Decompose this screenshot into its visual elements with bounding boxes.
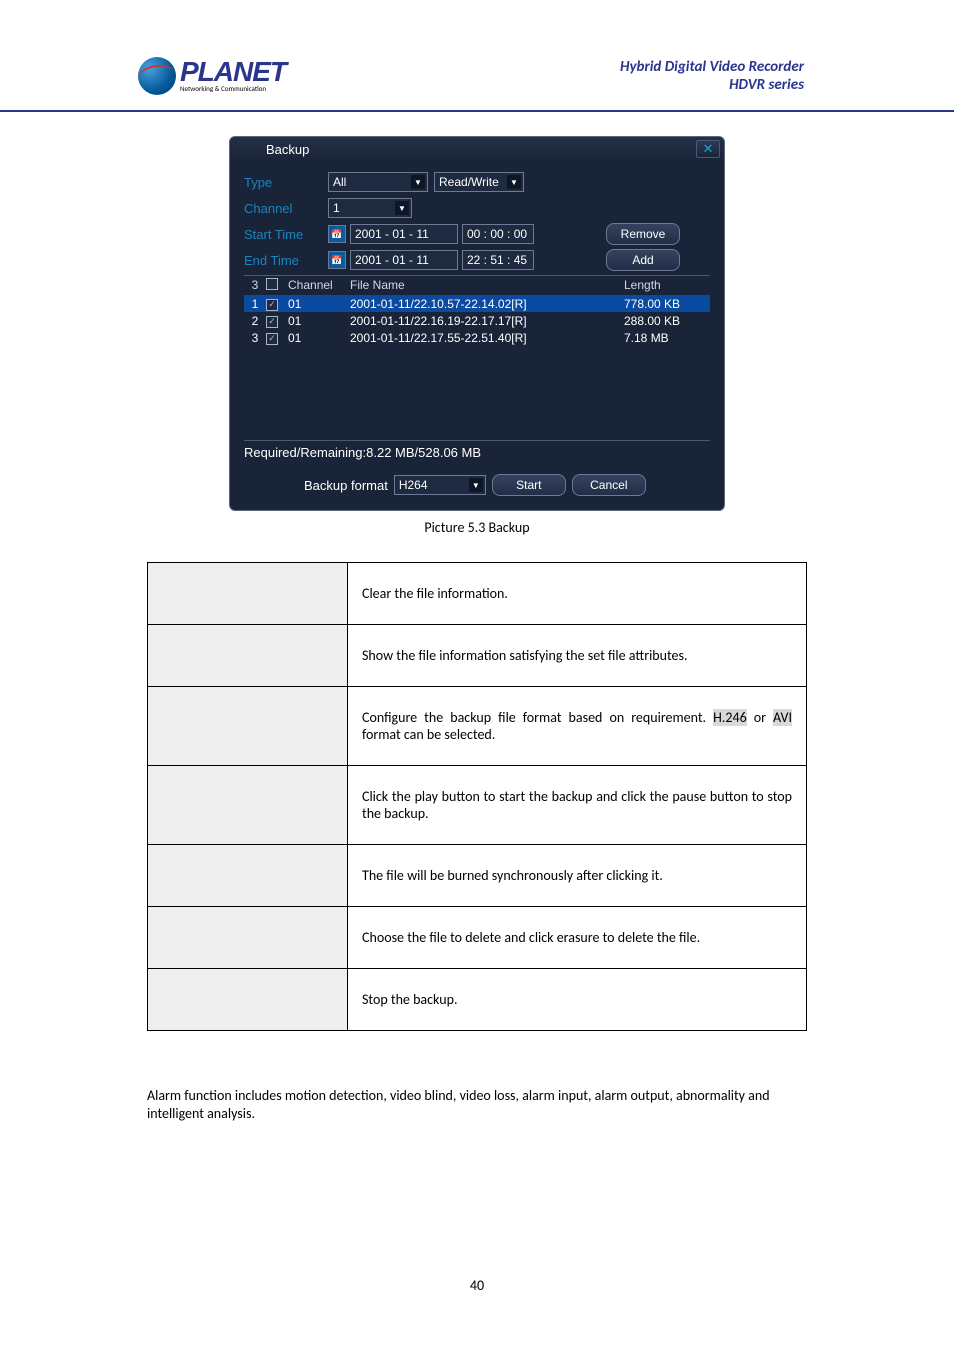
type-value: All bbox=[333, 175, 346, 189]
table-row: Show the file information satisfying the… bbox=[148, 625, 807, 687]
header-length: Length bbox=[624, 278, 710, 293]
header-checkbox[interactable] bbox=[266, 278, 278, 290]
header-line1: Hybrid Digital Video Recorder bbox=[620, 58, 804, 76]
add-button[interactable]: Add bbox=[606, 249, 680, 271]
cell-stop-desc: Stop the backup. bbox=[348, 969, 807, 1031]
chevron-down-icon: ▼ bbox=[507, 175, 521, 189]
type-select[interactable]: All ▼ bbox=[328, 172, 428, 192]
chevron-down-icon: ▼ bbox=[469, 478, 483, 492]
table-row: Clear the file information. bbox=[148, 563, 807, 625]
end-date-input[interactable]: 2001 - 01 - 11 bbox=[350, 250, 458, 270]
cell-add-desc: Show the file information satisfying the… bbox=[348, 625, 807, 687]
table-row: Configure the backup file format based o… bbox=[148, 687, 807, 766]
page-header: PLANET Networking & Communication Hybrid… bbox=[0, 0, 954, 112]
row-checkbox[interactable]: ✓ bbox=[266, 316, 278, 328]
page-number: 40 bbox=[0, 1277, 954, 1294]
cell-erase-desc: Choose the file to delete and click eras… bbox=[348, 907, 807, 969]
cancel-button[interactable]: Cancel bbox=[572, 474, 646, 496]
channel-select[interactable]: 1 ▼ bbox=[328, 198, 412, 218]
header-channel: Channel bbox=[284, 278, 344, 293]
close-icon[interactable]: ✕ bbox=[696, 140, 720, 158]
table-row: Choose the file to delete and click eras… bbox=[148, 907, 807, 969]
label-type: Type bbox=[244, 175, 328, 190]
header-title: Hybrid Digital Video Recorder HDVR serie… bbox=[620, 58, 804, 94]
logo-globe-icon bbox=[138, 57, 176, 95]
list-row[interactable]: 3 ✓ 01 2001-01-11/22.17.55-22.51.40[R] 7… bbox=[244, 329, 710, 346]
label-backup-format: Backup format bbox=[304, 478, 388, 493]
cell-burn-desc: The file will be burned synchronously af… bbox=[348, 845, 807, 907]
window-titlebar: Backup ✕ bbox=[230, 137, 724, 161]
table-row: Stop the backup. bbox=[148, 969, 807, 1031]
window-title: Backup bbox=[266, 142, 309, 157]
row-checkbox[interactable]: ✓ bbox=[266, 333, 278, 345]
header-line2: HDVR series bbox=[620, 76, 804, 94]
chevron-down-icon: ▼ bbox=[395, 201, 409, 215]
logo-text: PLANET bbox=[180, 59, 286, 84]
channel-value: 1 bbox=[333, 201, 340, 215]
start-date-input[interactable]: 2001 - 01 - 11 bbox=[350, 224, 458, 244]
description-table: Clear the file information. Show the fil… bbox=[147, 562, 807, 1031]
backup-window: Backup ✕ Type All ▼ Read/Write ▼ Channel… bbox=[229, 136, 725, 511]
row-checkbox[interactable]: ✓ bbox=[266, 299, 278, 311]
backup-format-select[interactable]: H264 ▼ bbox=[394, 475, 486, 495]
start-button[interactable]: Start bbox=[492, 474, 566, 496]
remove-button[interactable]: Remove bbox=[606, 223, 680, 245]
end-time-input[interactable]: 22 : 51 : 45 bbox=[462, 250, 534, 270]
cell-remove-desc: Clear the file information. bbox=[348, 563, 807, 625]
readwrite-select[interactable]: Read/Write ▼ bbox=[434, 172, 524, 192]
header-count: 3 bbox=[244, 278, 266, 293]
label-end-time: End Time bbox=[244, 253, 328, 268]
start-time-input[interactable]: 00 : 00 : 00 bbox=[462, 224, 534, 244]
cell-start-desc: Click the play button to start the backu… bbox=[348, 766, 807, 845]
format-value: H264 bbox=[399, 478, 428, 492]
cell-format-desc: Configure the backup file format based o… bbox=[348, 687, 807, 766]
table-row: Click the play button to start the backu… bbox=[148, 766, 807, 845]
status-text: Required/Remaining:8.22 MB/528.06 MB bbox=[244, 445, 710, 460]
rw-value: Read/Write bbox=[439, 175, 499, 189]
calendar-icon[interactable]: 📅 bbox=[328, 251, 346, 269]
table-row: The file will be burned synchronously af… bbox=[148, 845, 807, 907]
figure-caption: Picture 5.3 Backup bbox=[0, 519, 954, 536]
chevron-down-icon: ▼ bbox=[411, 175, 425, 189]
label-channel: Channel bbox=[244, 201, 328, 216]
label-start-time: Start Time bbox=[244, 227, 328, 242]
list-row[interactable]: 2 ✓ 01 2001-01-11/22.16.19-22.17.17[R] 2… bbox=[244, 312, 710, 329]
body-paragraph: Alarm function includes motion detection… bbox=[147, 1087, 807, 1123]
list-header: 3 Channel File Name Length bbox=[244, 276, 710, 295]
header-filename: File Name bbox=[344, 278, 624, 293]
list-row[interactable]: 1 ✓ 01 2001-01-11/22.10.57-22.14.02[R] 7… bbox=[244, 295, 710, 312]
logo: PLANET Networking & Communication bbox=[138, 48, 308, 104]
calendar-icon[interactable]: 📅 bbox=[328, 225, 346, 243]
